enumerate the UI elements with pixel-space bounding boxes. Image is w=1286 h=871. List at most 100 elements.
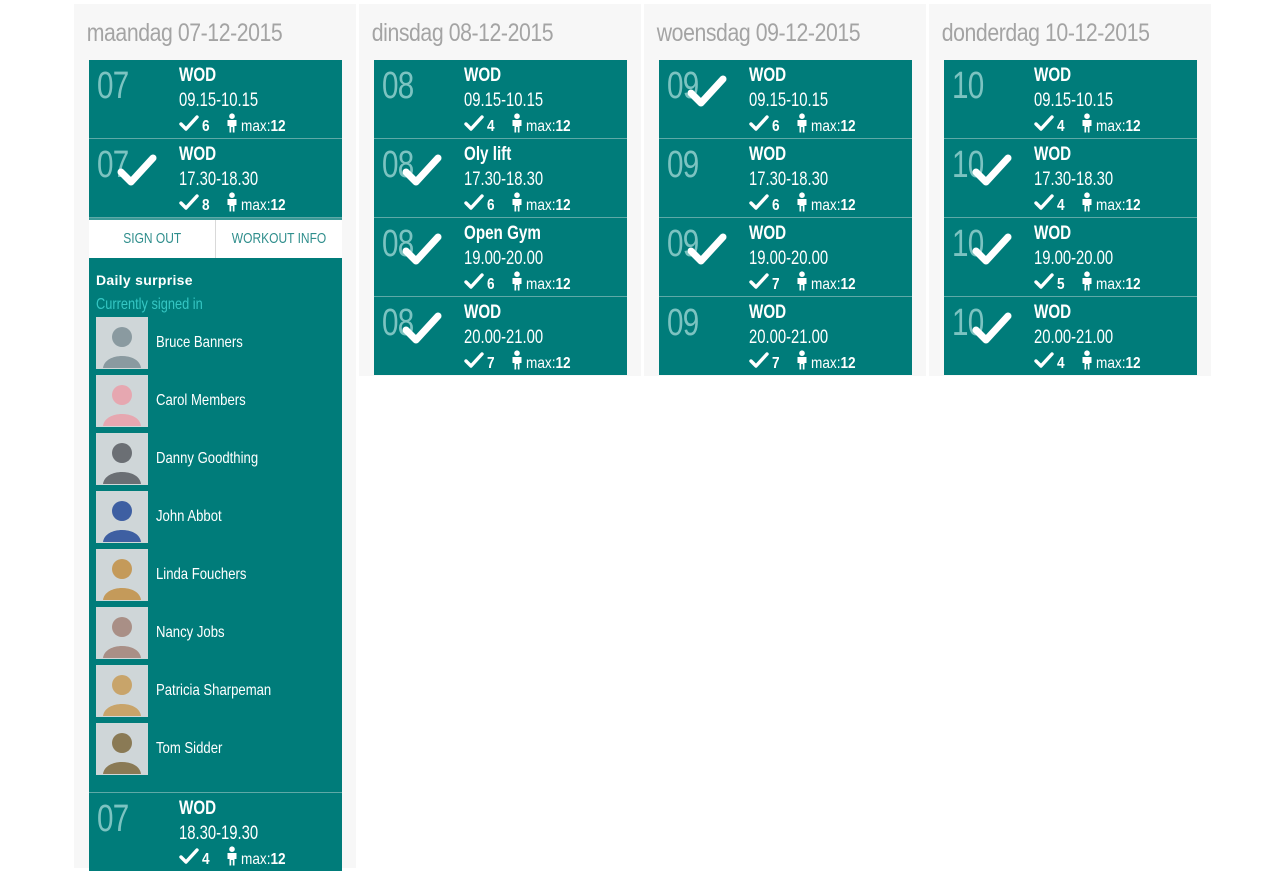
workout-info-button[interactable]: WORKOUT INFO xyxy=(216,220,342,258)
day-title: donderdag 10-12-2015 xyxy=(941,19,1150,47)
check-icon xyxy=(749,194,769,217)
capacity-value: 12 xyxy=(555,117,571,135)
class-slot[interactable]: 10 WOD 20.00-21.00 4 max:12 xyxy=(944,297,1197,375)
capacity-value: 12 xyxy=(840,354,856,372)
class-slot[interactable]: 07 WOD 09.15-10.15 6 max:12 xyxy=(89,60,342,139)
capacity-label: max: xyxy=(526,196,556,214)
capacity-value: 12 xyxy=(1125,275,1141,293)
class-slot[interactable]: 10 WOD 17.30-18.30 4 max:12 xyxy=(944,139,1197,218)
class-slot[interactable]: 09 WOD 09.15-10.15 6 max:12 xyxy=(659,60,912,139)
slot-stats: 4 max:12 xyxy=(464,113,578,135)
class-slot[interactable]: 08 WOD 09.15-10.15 4 max:12 xyxy=(374,60,627,139)
check-icon xyxy=(464,194,484,217)
signed-up-checkmark-icon xyxy=(972,309,1012,349)
slot-info: WOD 18.30-19.30 4 max:12 xyxy=(179,796,293,868)
class-name: WOD xyxy=(749,65,787,86)
avatar xyxy=(96,665,148,717)
class-slot[interactable]: 10 WOD 19.00-20.00 5 max:12 xyxy=(944,218,1197,297)
capacity: max:12 xyxy=(1096,195,1141,217)
day-column-3: donderdag 10-12-2015 10 WOD 09.15-10.15 4 ma… xyxy=(929,4,1211,376)
slot-list: 09 WOD 09.15-10.15 6 max:12 09 WOD 17.30-18.30… xyxy=(659,60,912,375)
member-item[interactable]: Tom Sidder xyxy=(96,720,342,778)
capacity-value: 12 xyxy=(555,196,571,214)
day-number: 09 xyxy=(667,302,699,344)
member-item[interactable]: Bruce Banners xyxy=(96,314,342,372)
capacity-value: 12 xyxy=(840,275,856,293)
slot-info: WOD 19.00-20.00 7 max:12 xyxy=(749,221,863,293)
day-number: 10 xyxy=(952,65,984,107)
class-time: 19.00-20.00 xyxy=(1034,248,1114,269)
class-slot[interactable]: 09 WOD 17.30-18.30 6 max:12 xyxy=(659,139,912,218)
slot-list: 10 WOD 09.15-10.15 4 max:12 10 WOD 17.30-18.30… xyxy=(944,60,1197,375)
day-column-1: dinsdag 08-12-2015 08 WOD 09.15-10.15 4 max:… xyxy=(359,4,641,376)
capacity-value: 12 xyxy=(1125,117,1141,135)
slot-info: WOD 20.00-21.00 4 max:12 xyxy=(1034,300,1148,372)
class-name: WOD xyxy=(749,223,787,244)
slot-stats: 4 max:12 xyxy=(1034,113,1148,135)
class-name: WOD xyxy=(464,302,502,323)
signed-up-checkmark-icon xyxy=(402,151,442,191)
class-slot[interactable]: 08 WOD 20.00-21.00 7 max:12 xyxy=(374,297,627,375)
slot-stats: 6 max:12 xyxy=(749,192,863,214)
member-name: Patricia Sharpeman xyxy=(156,682,272,699)
capacity: max:12 xyxy=(811,195,856,217)
class-time: 17.30-18.30 xyxy=(1034,169,1114,190)
member-item[interactable]: John Abbot xyxy=(96,488,342,546)
slot-actions: SIGN OUT WORKOUT INFO xyxy=(89,218,342,258)
class-slot[interactable]: 09 WOD 19.00-20.00 7 max:12 xyxy=(659,218,912,297)
capacity-label: max: xyxy=(811,117,841,135)
person-icon xyxy=(511,271,523,296)
member-name: Linda Fouchers xyxy=(156,566,247,583)
signed-up-checkmark-icon xyxy=(687,230,727,270)
member-name: Bruce Banners xyxy=(156,334,243,351)
signup-count: 6 xyxy=(487,275,495,293)
class-name: WOD xyxy=(179,65,217,86)
signup-count: 7 xyxy=(772,275,780,293)
member-name: Danny Goodthing xyxy=(156,450,259,467)
check-icon xyxy=(1034,194,1054,217)
class-slot[interactable]: 08 Open Gym 19.00-20.00 6 max:12 xyxy=(374,218,627,297)
capacity: max:12 xyxy=(811,353,856,375)
day-number: 07 xyxy=(97,798,129,840)
signed-up-checkmark-icon xyxy=(972,230,1012,270)
capacity-label: max: xyxy=(526,275,556,293)
member-item[interactable]: Patricia Sharpeman xyxy=(96,662,342,720)
member-item[interactable]: Danny Goodthing xyxy=(96,430,342,488)
slot-info: WOD 17.30-18.30 4 max:12 xyxy=(1034,142,1148,214)
member-item[interactable]: Carol Members xyxy=(96,372,342,430)
capacity-label: max: xyxy=(241,850,271,868)
workout-info-panel: Daily surprise Currently signed in Bruce… xyxy=(89,258,342,793)
class-time: 19.00-20.00 xyxy=(464,248,544,269)
capacity-value: 12 xyxy=(1125,354,1141,372)
member-item[interactable]: Linda Fouchers xyxy=(96,546,342,604)
class-time: 09.15-10.15 xyxy=(179,90,259,111)
capacity-label: max: xyxy=(526,354,556,372)
day-number: 07 xyxy=(97,65,129,107)
class-slot[interactable]: 10 WOD 09.15-10.15 4 max:12 xyxy=(944,60,1197,139)
class-slot[interactable]: 07 WOD 17.30-18.30 8 max:12 xyxy=(89,139,342,218)
person-icon xyxy=(511,192,523,217)
person-icon xyxy=(1081,113,1093,138)
check-icon xyxy=(749,273,769,296)
class-name: WOD xyxy=(464,65,502,86)
capacity-label: max: xyxy=(241,196,271,214)
slot-list: 08 WOD 09.15-10.15 4 max:12 08 Oly lift 17.30-… xyxy=(374,60,627,375)
capacity: max:12 xyxy=(526,116,571,138)
capacity: max:12 xyxy=(526,353,571,375)
avatar-image xyxy=(97,608,147,658)
class-slot[interactable]: 09 WOD 20.00-21.00 7 max:12 xyxy=(659,297,912,375)
slot-stats: 6 max:12 xyxy=(179,113,293,135)
class-slot[interactable]: 08 Oly lift 17.30-18.30 6 max:12 xyxy=(374,139,627,218)
slot-info: WOD 20.00-21.00 7 max:12 xyxy=(749,300,863,372)
slot-info: WOD 09.15-10.15 4 max:12 xyxy=(1034,63,1148,135)
slot-stats: 4 max:12 xyxy=(1034,192,1148,214)
class-time: 17.30-18.30 xyxy=(464,169,544,190)
sign-out-button[interactable]: SIGN OUT xyxy=(89,220,216,258)
avatar-image xyxy=(97,666,147,716)
member-list: Bruce Banners Carol Members Danny Goodthin… xyxy=(96,314,342,778)
capacity-value: 12 xyxy=(840,117,856,135)
class-time: 09.15-10.15 xyxy=(749,90,829,111)
signup-count: 6 xyxy=(487,196,495,214)
class-slot[interactable]: 07 WOD 18.30-19.30 4 max:12 xyxy=(89,793,342,871)
member-item[interactable]: Nancy Jobs xyxy=(96,604,342,662)
